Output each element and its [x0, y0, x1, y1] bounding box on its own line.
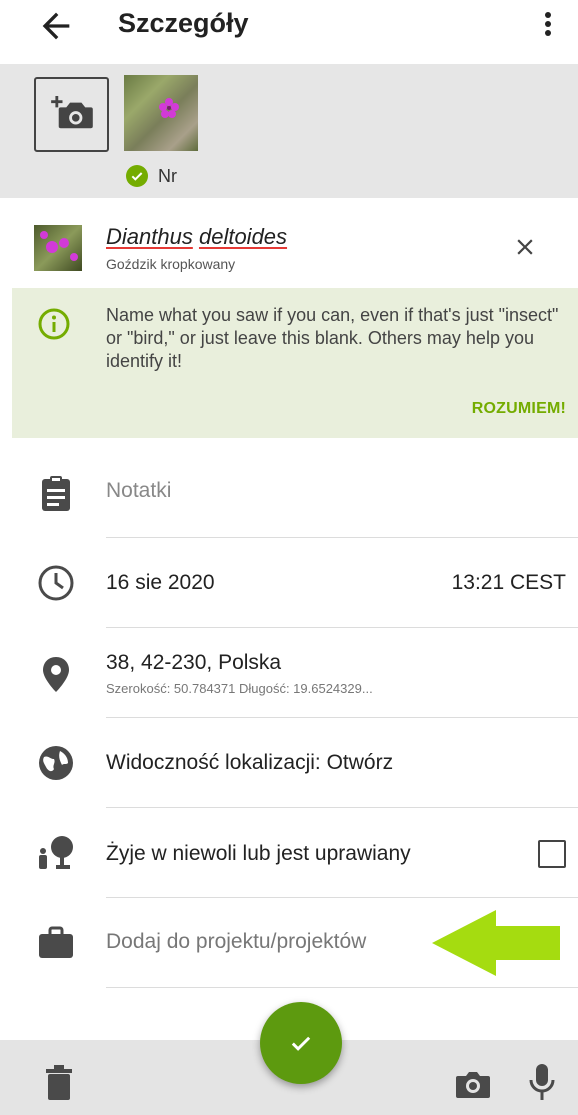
- dismiss-tip-button[interactable]: ROZUMIEM!: [472, 400, 566, 418]
- add-photo-button[interactable]: [34, 77, 109, 152]
- observation-photo[interactable]: [124, 75, 198, 151]
- location-coordinates: Szerokość: 50.784371 Długość: 19.6524329…: [106, 681, 373, 696]
- captive-field[interactable]: Żyje w niewoli lub jest uprawiany: [0, 808, 578, 898]
- info-icon: [38, 308, 70, 340]
- location-visibility: Widoczność lokalizacji: Otwórz: [106, 751, 394, 774]
- location-name: 38, 42-230, Polska: [106, 651, 282, 674]
- species-common-name: Goździk kropkowany: [106, 256, 236, 272]
- clipboard-icon: [42, 476, 70, 511]
- clock-icon: [38, 565, 74, 601]
- save-button[interactable]: [260, 1002, 342, 1084]
- identification-tip: Name what you saw if you can, even if th…: [12, 288, 578, 438]
- close-icon[interactable]: [512, 234, 538, 260]
- species-row[interactable]: Dianthus deltoides Goździk kropkowany: [0, 198, 578, 288]
- page-title: Szczegóły: [118, 8, 249, 38]
- species-scientific-name: Dianthus deltoides: [106, 224, 287, 250]
- camera-icon[interactable]: [455, 1068, 491, 1100]
- projects-field[interactable]: Dodaj do projektu/projektów: [0, 898, 578, 988]
- photo-status: Nr: [126, 164, 177, 188]
- globe-icon: [39, 746, 73, 780]
- add-photo-icon: [51, 96, 93, 129]
- app-bar: Szczegóły: [0, 0, 578, 64]
- arrow-left-icon[interactable]: [36, 6, 76, 46]
- observation-date[interactable]: 16 sie 2020: [106, 571, 215, 595]
- more-vert-icon[interactable]: [536, 6, 560, 42]
- check-circle-icon: [126, 165, 148, 187]
- date-time-field[interactable]: 16 sie 2020 13:21 CEST: [0, 538, 578, 628]
- trash-icon[interactable]: [44, 1064, 74, 1100]
- add-to-projects[interactable]: Dodaj do projektu/projektów: [106, 930, 366, 954]
- briefcase-icon: [39, 926, 73, 958]
- microphone-icon[interactable]: [527, 1062, 557, 1102]
- notes-input[interactable]: Notatki: [106, 479, 171, 503]
- divider: [106, 987, 578, 988]
- photo-strip: Nr: [0, 64, 578, 198]
- check-icon: [291, 1036, 311, 1051]
- tree-person-icon: [39, 836, 73, 869]
- location-visibility-field[interactable]: Widoczność lokalizacji: Otwórz: [0, 718, 578, 808]
- tip-text: Name what you saw if you can, even if th…: [106, 305, 559, 371]
- captive-checkbox[interactable]: [538, 840, 566, 868]
- flower-image: [159, 98, 179, 118]
- photo-status-label: Nr: [158, 165, 177, 186]
- captive-label: Żyje w niewoli lub jest uprawiany: [106, 842, 411, 865]
- annotation-arrow: [432, 910, 560, 976]
- genus: Dianthus: [106, 224, 193, 249]
- epithet: deltoides: [198, 224, 288, 249]
- species-thumbnail: [34, 225, 82, 271]
- observation-time[interactable]: 13:21 CEST: [452, 571, 566, 595]
- location-field[interactable]: 38, 42-230, Polska Szerokość: 50.784371 …: [0, 628, 578, 718]
- location-pin-icon: [43, 657, 69, 692]
- notes-field[interactable]: Notatki: [0, 448, 578, 538]
